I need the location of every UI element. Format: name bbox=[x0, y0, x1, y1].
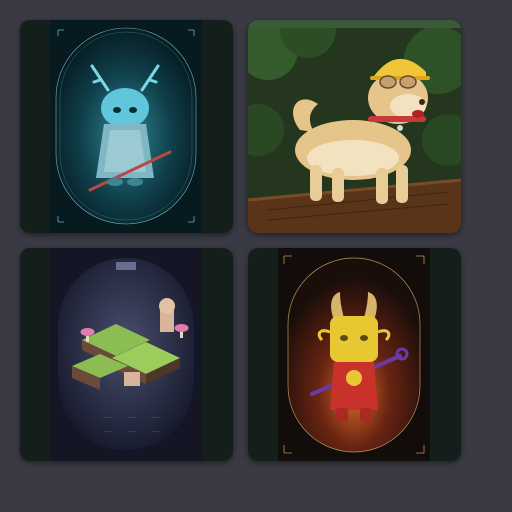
nft-gallery-grid: ~~~ ~~~ ~~~ ~~~ ~~~ ~~~ bbox=[0, 0, 512, 512]
svg-text:~~~: ~~~ bbox=[104, 415, 112, 419]
gallery-tile-yellow-creature[interactable] bbox=[248, 248, 461, 461]
gallery-tile-shiba-dog[interactable] bbox=[248, 20, 461, 233]
yellow-creature-card-art bbox=[278, 248, 430, 461]
gallery-tile-island-map[interactable]: ~~~ ~~~ ~~~ ~~~ ~~~ ~~~ bbox=[20, 248, 233, 461]
svg-text:~~~: ~~~ bbox=[128, 429, 136, 433]
svg-text:~~~: ~~~ bbox=[104, 429, 112, 433]
blue-dragon-card-art bbox=[50, 20, 202, 233]
shiba-dog-art bbox=[248, 20, 461, 233]
svg-text:~~~: ~~~ bbox=[128, 415, 136, 419]
svg-text:~~~: ~~~ bbox=[152, 415, 160, 419]
island-map-card-art: ~~~ ~~~ ~~~ ~~~ ~~~ ~~~ bbox=[50, 248, 202, 461]
gallery-tile-blue-dragon[interactable] bbox=[20, 20, 233, 233]
svg-text:~~~: ~~~ bbox=[152, 429, 160, 433]
